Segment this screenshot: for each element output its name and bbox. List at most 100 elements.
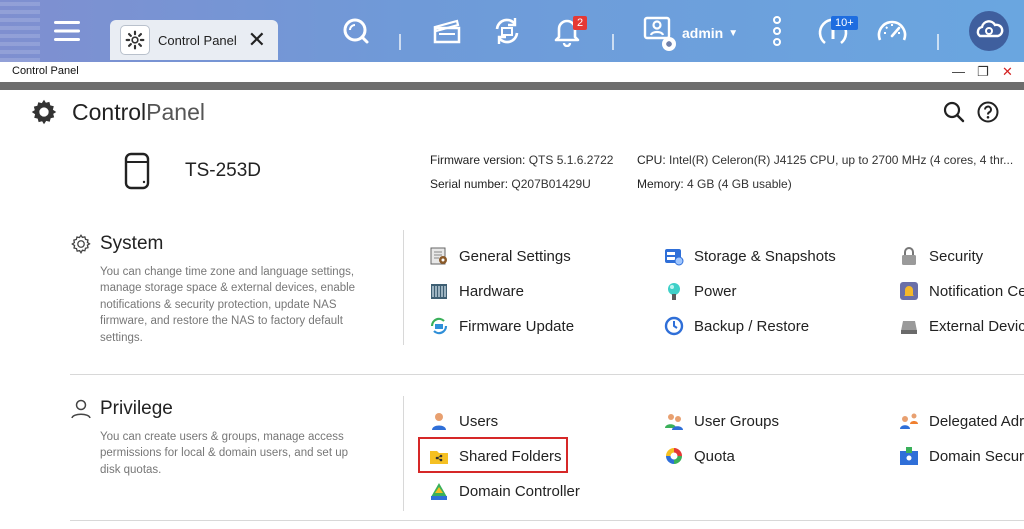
close-icon[interactable]: ✕ [248,29,266,51]
myqnapcloud-button[interactable] [966,0,1012,62]
user-groups-item[interactable]: User Groups [664,409,779,433]
sync-button[interactable] [490,0,524,62]
serial-label: Serial number: [430,177,509,191]
divider [403,396,404,511]
item-label: Security [929,247,984,265]
selection-highlight [418,437,568,473]
nas-device-icon [124,152,150,190]
window-divider [0,82,1024,90]
item-label: External Devic [929,317,1024,335]
hardware-item[interactable]: Hardware [429,279,524,303]
backup-restore-item[interactable]: Backup / Restore [664,314,809,338]
help-button[interactable] [976,100,1000,124]
user-menu[interactable]: admin ▼ [642,16,739,51]
taskbar-pattern [0,0,40,62]
separator [612,34,614,50]
delegated-admin-item[interactable]: Delegated Adr [899,409,1024,433]
privilege-title: Privilege [100,398,173,419]
item-label: Users [459,412,499,430]
item-label: User Groups [694,412,780,430]
gear-icon [120,25,150,55]
person-outline-icon [71,399,91,419]
serial-info: Serial number: Q207B01429U [430,177,591,191]
more-options-button[interactable] [766,0,788,62]
system-section-header: System [70,233,163,255]
item-label: Domain Securi [929,447,1024,465]
quota-icon [664,446,684,466]
page-title: ControlPanel [72,99,205,126]
item-label: Power [694,282,737,300]
memory-info: Memory: 4 GB (4 GB usable) [637,177,792,191]
close-window-icon[interactable]: ✕ [1002,64,1013,80]
device-name: TS-253D [185,160,262,181]
lock-icon [899,246,919,266]
minimize-icon[interactable]: — [952,64,965,79]
delegated-admin-icon [899,411,919,431]
sync-icon [495,18,519,44]
search-button[interactable] [340,0,372,62]
page-header: ControlPanel [30,98,205,126]
notification-center-item[interactable]: Notification Ce [899,279,1024,303]
storage-snapshots-item[interactable]: Storage & Snapshots [664,244,836,268]
tab-control-panel[interactable]: Control Panel ✕ [110,20,278,60]
memory-value: 4 GB (4 GB usable) [687,177,792,191]
item-label: Firmware Update [459,317,575,335]
resource-monitor-button[interactable] [874,0,910,62]
domain-controller-item[interactable]: Domain Controller [429,479,580,503]
firmware-value: QTS 5.1.6.2722 [528,153,614,167]
more-vertical-icon [773,16,781,46]
system-status-button[interactable] [816,0,850,62]
media-button[interactable] [430,0,464,62]
item-label: General Settings [459,247,571,265]
hardware-icon [429,281,449,301]
domain-security-item[interactable]: Domain Securi [899,444,1024,468]
storage-icon [664,246,684,266]
separator [937,34,939,50]
username: admin [682,25,724,41]
main-menu-button[interactable] [50,0,84,62]
page-title-bold: Control [72,98,147,125]
security-item[interactable]: Security [899,244,983,268]
search-button[interactable] [942,100,966,124]
quota-item[interactable]: Quota [664,444,735,468]
domain-controller-icon [429,481,449,501]
section-divider [70,374,1024,375]
firmware-update-item[interactable]: Firmware Update [429,314,574,338]
help-icon [977,101,999,123]
restore-icon[interactable]: ❐ [977,64,989,80]
user-account-icon [643,16,676,51]
item-label: Quota [694,447,735,465]
firmware-icon [429,316,449,336]
external-devices-item[interactable]: External Devic [899,314,1024,338]
item-label: Hardware [459,282,525,300]
users-item[interactable]: Users [429,409,498,433]
chevron-down-icon: ▼ [728,27,739,39]
backup-icon [664,316,684,336]
cpu-label: CPU: [637,153,666,167]
separator [399,34,401,50]
domain-security-icon [899,446,919,466]
power-item[interactable]: Power [664,279,737,303]
update-badge: 10+ [831,16,858,30]
cpu-info: CPU: Intel(R) Celeron(R) J4125 CPU, up t… [637,153,1013,167]
firmware-info: Firmware version: QTS 5.1.6.2722 [430,153,613,167]
notifications-button[interactable] [550,0,584,62]
memory-label: Memory: [637,177,684,191]
user-groups-icon [664,411,684,431]
general-settings-item[interactable]: General Settings [429,244,571,268]
privilege-description: You can create users & groups, manage ac… [100,431,349,476]
speedometer-icon [877,20,907,41]
item-label: Storage & Snapshots [694,247,836,265]
system-title: System [100,233,164,254]
item-label: Domain Controller [459,482,580,500]
user-icon [429,411,449,431]
section-divider [70,520,1024,521]
clapperboard-icon [433,19,461,44]
tab-label: Control Panel [158,32,237,48]
system-description: You can change time zone and language se… [100,266,356,344]
power-icon [664,281,684,301]
item-label: Notification Ce [929,282,1024,300]
taskbar: Control Panel ✕ 2 admin ▼ 10+ [0,0,1024,62]
page-title-light: Panel [146,98,205,125]
item-label: Backup / Restore [694,317,810,335]
